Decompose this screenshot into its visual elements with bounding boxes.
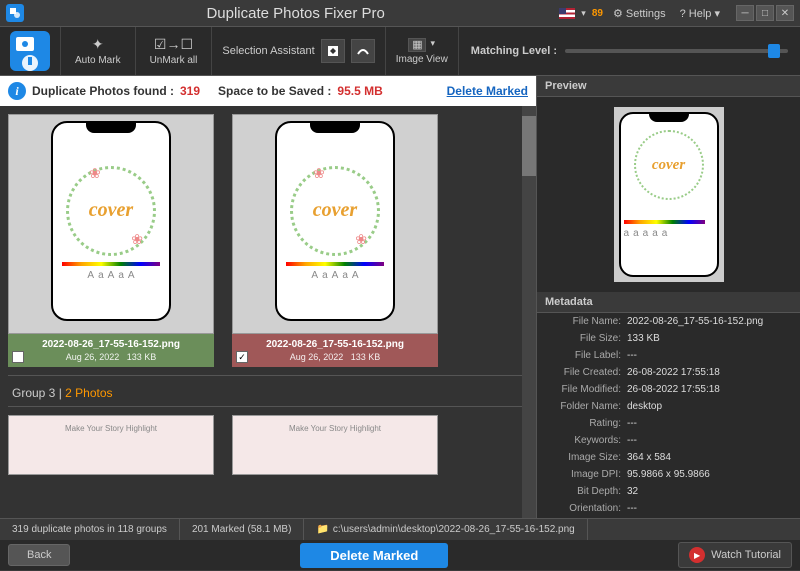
unmark-all-button[interactable]: ☑→☐ UnMark all xyxy=(135,27,212,75)
photo-thumbnail[interactable]: coverAaAaA xyxy=(232,114,438,334)
metadata-list: File Name:2022-08-26_17-55-16-152.pngFil… xyxy=(537,313,800,518)
status-path: 📁c:\users\admin\desktop\2022-08-26_17-55… xyxy=(304,519,587,540)
metadata-row: File Name:2022-08-26_17-55-16-152.png xyxy=(537,313,800,330)
logo xyxy=(0,26,60,76)
matching-label: Matching Level : xyxy=(471,45,557,57)
info-bar: i Duplicate Photos found : 319 Space to … xyxy=(0,76,536,106)
metadata-row: Bit Depth:32 xyxy=(537,483,800,500)
info-icon: i xyxy=(8,82,26,100)
metadata-row: Orientation:--- xyxy=(537,500,800,517)
photo-checkbox[interactable] xyxy=(12,351,24,363)
metadata-row: Rating:--- xyxy=(537,415,800,432)
metadata-row: File Label:--- xyxy=(537,347,800,364)
preview-image: coveraaaaa xyxy=(537,97,800,292)
photo-footer: 2022-08-26_17-55-16-152.pngAug 26, 2022 … xyxy=(8,334,214,367)
photo-card[interactable]: coverAaAaA2022-08-26_17-55-16-152.pngAug… xyxy=(8,114,214,367)
photo-thumbnail[interactable]: Make Your Story Highlight xyxy=(232,415,438,475)
selection-mode-1-button[interactable] xyxy=(321,39,345,63)
space-saved: 95.5 MB xyxy=(337,84,382,98)
metadata-row: Image Size:364 x 584 xyxy=(537,449,800,466)
maximize-button[interactable]: □ xyxy=(756,5,774,21)
photo-card[interactable]: coverAaAaA2022-08-26_17-55-16-152.pngAug… xyxy=(232,114,438,367)
flag-us-icon[interactable] xyxy=(559,8,575,19)
status-bar: 319 duplicate photos in 118 groups 201 M… xyxy=(0,518,800,540)
selection-assistant: Selection Assistant xyxy=(211,27,384,75)
watch-tutorial-button[interactable]: ▶ Watch Tutorial xyxy=(678,542,792,568)
matching-level-slider[interactable]: Matching Level : xyxy=(458,27,800,75)
found-count: 319 xyxy=(180,84,200,98)
play-icon: ▶ xyxy=(689,547,705,563)
status-duplicates: 319 duplicate photos in 118 groups xyxy=(0,519,180,540)
preview-header: Preview xyxy=(537,76,800,97)
delete-marked-link[interactable]: Delete Marked xyxy=(447,84,528,98)
country-badge: 89 xyxy=(592,8,603,19)
metadata-row: File Size:133 KB xyxy=(537,330,800,347)
status-marked: 201 Marked (58.1 MB) xyxy=(180,519,305,540)
photo-thumbnail[interactable]: coverAaAaA xyxy=(8,114,214,334)
uncheck-icon: ☑→☐ xyxy=(154,36,193,53)
folder-icon: 📁 xyxy=(316,524,328,535)
grid-view-button[interactable]: ▦ xyxy=(408,38,426,52)
selection-mode-2-button[interactable] xyxy=(351,39,375,63)
bottom-bar: Back Delete Marked ▶ Watch Tutorial xyxy=(0,540,800,570)
delete-marked-button[interactable]: Delete Marked xyxy=(300,543,448,568)
auto-mark-button[interactable]: ✦ Auto Mark xyxy=(60,27,135,75)
slider-track[interactable] xyxy=(565,49,788,53)
view-dropdown[interactable]: ▾ xyxy=(430,38,435,52)
minimize-button[interactable]: ─ xyxy=(736,5,754,21)
toolbar: ✦ Auto Mark ☑→☐ UnMark all Selection Ass… xyxy=(0,26,800,76)
results-panel: i Duplicate Photos found : 319 Space to … xyxy=(0,76,536,518)
lang-dropdown[interactable]: ▾ xyxy=(581,8,586,19)
titlebar: Duplicate Photos Fixer Pro ▾ 89 ⚙ Settin… xyxy=(0,0,800,26)
app-title: Duplicate Photos Fixer Pro xyxy=(32,5,559,22)
photo-thumbnail[interactable]: Make Your Story Highlight xyxy=(8,415,214,475)
help-button[interactable]: ? Help ▾ xyxy=(676,5,724,22)
metadata-row: Folder Name:desktop xyxy=(537,398,800,415)
metadata-header: Metadata xyxy=(537,292,800,313)
photo-footer: 2022-08-26_17-55-16-152.pngAug 26, 2022 … xyxy=(232,334,438,367)
photo-checkbox[interactable]: ✓ xyxy=(236,351,248,363)
metadata-row: File Created:26-08-2022 17:55:18 xyxy=(537,364,800,381)
metadata-row: File Modified:26-08-2022 17:55:18 xyxy=(537,381,800,398)
settings-button[interactable]: ⚙ Settings xyxy=(609,5,670,22)
app-icon xyxy=(6,4,24,22)
image-view-section: ▦ ▾ Image View xyxy=(385,27,458,75)
metadata-row: Image DPI:95.9866 x 95.9866 xyxy=(537,466,800,483)
wand-icon: ✦ xyxy=(92,36,104,53)
slider-thumb[interactable] xyxy=(768,44,780,58)
close-button[interactable]: ✕ xyxy=(776,5,794,21)
scrollbar[interactable] xyxy=(522,106,536,518)
scrollbar-thumb[interactable] xyxy=(522,116,536,176)
group-header: Group 3 | 2 Photos xyxy=(8,375,528,407)
back-button[interactable]: Back xyxy=(8,544,70,566)
metadata-row: Keywords:--- xyxy=(537,432,800,449)
